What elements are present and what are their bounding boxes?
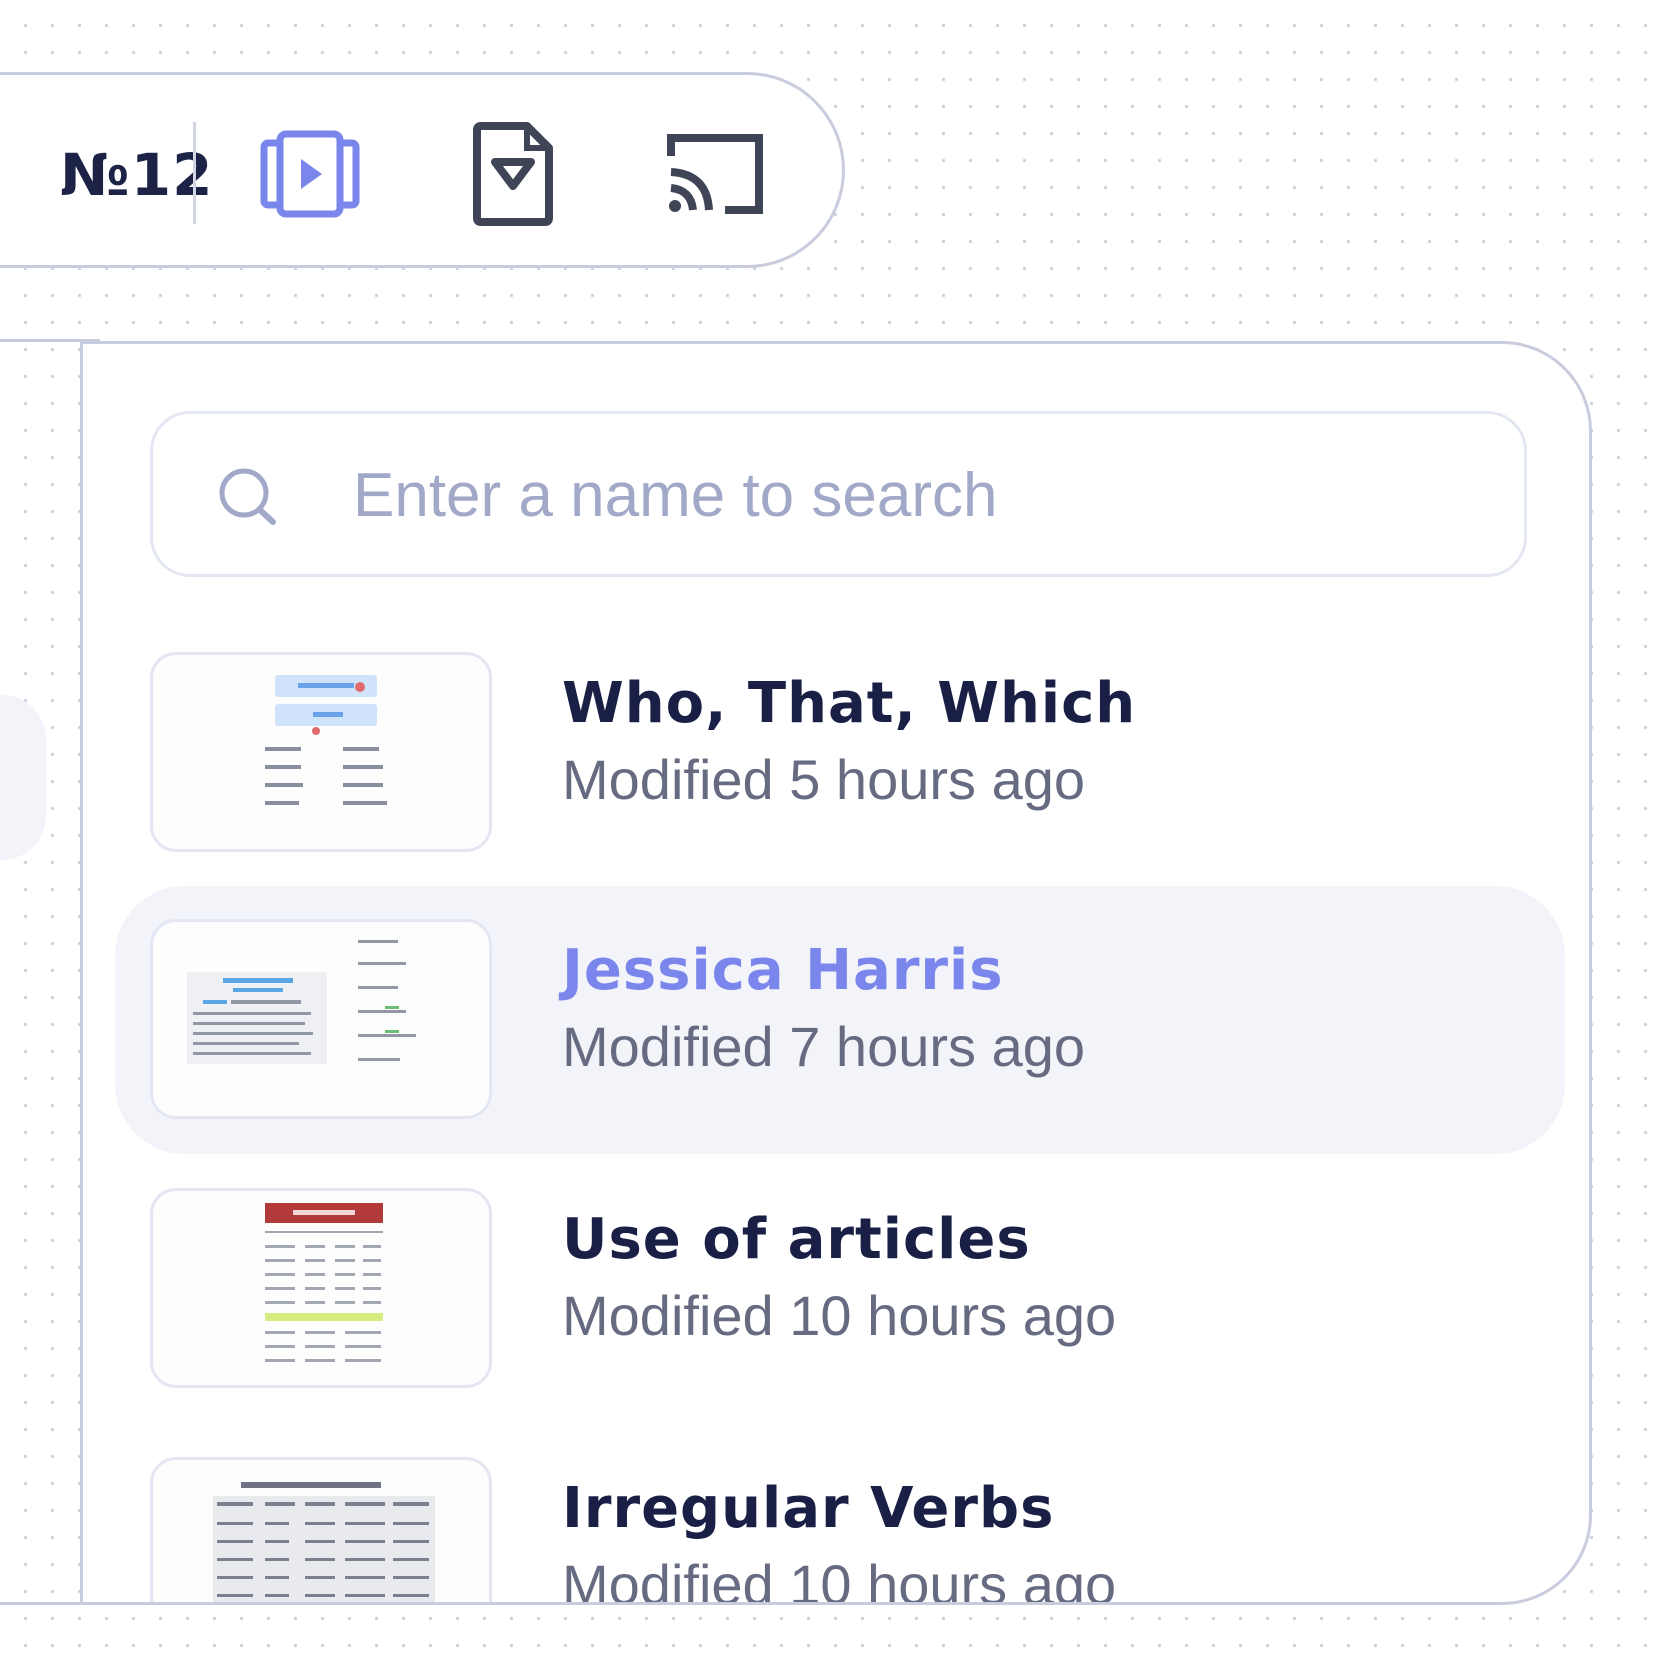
document-modified-time: Modified 10 hours ago: [562, 1284, 1117, 1347]
document-thumbnail: [150, 919, 492, 1119]
document-title: Use of articles: [562, 1207, 1031, 1272]
document-item[interactable]: Irregular Verbs Modified 10 hours ago: [115, 1424, 1565, 1605]
lesson-number: №12: [60, 141, 214, 209]
document-thumbnail: [150, 652, 492, 852]
document-title: Jessica Harris: [562, 938, 1004, 1003]
document-title: Who, That, Which: [562, 671, 1137, 736]
collapsed-side-tab[interactable]: [0, 695, 46, 860]
document-thumbnail: [150, 1188, 492, 1388]
documents-panel: Who, That, Which Modified 5 hours ago: [80, 341, 1592, 1605]
cast-icon: [667, 134, 763, 214]
document-thumbnail: [150, 1457, 492, 1602]
document-title: Irregular Verbs: [562, 1476, 1055, 1541]
document-diamond-button[interactable]: [458, 122, 568, 226]
document-item[interactable]: Jessica Harris Modified 7 hours ago: [115, 886, 1565, 1154]
document-modified-time: Modified 7 hours ago: [562, 1015, 1086, 1078]
document-diamond-icon: [473, 122, 553, 226]
document-item[interactable]: Use of articles Modified 10 hours ago: [115, 1155, 1565, 1423]
toolbar-divider: [193, 122, 196, 224]
cast-button[interactable]: [660, 122, 770, 226]
document-modified-time: Modified 10 hours ago: [562, 1553, 1117, 1605]
video-slides-button[interactable]: [255, 122, 365, 226]
documents-list: Who, That, Which Modified 5 hours ago Je…: [83, 344, 1589, 1602]
document-item[interactable]: Who, That, Which Modified 5 hours ago: [115, 619, 1565, 887]
document-modified-time: Modified 5 hours ago: [562, 748, 1086, 811]
video-slides-icon: [260, 130, 360, 218]
